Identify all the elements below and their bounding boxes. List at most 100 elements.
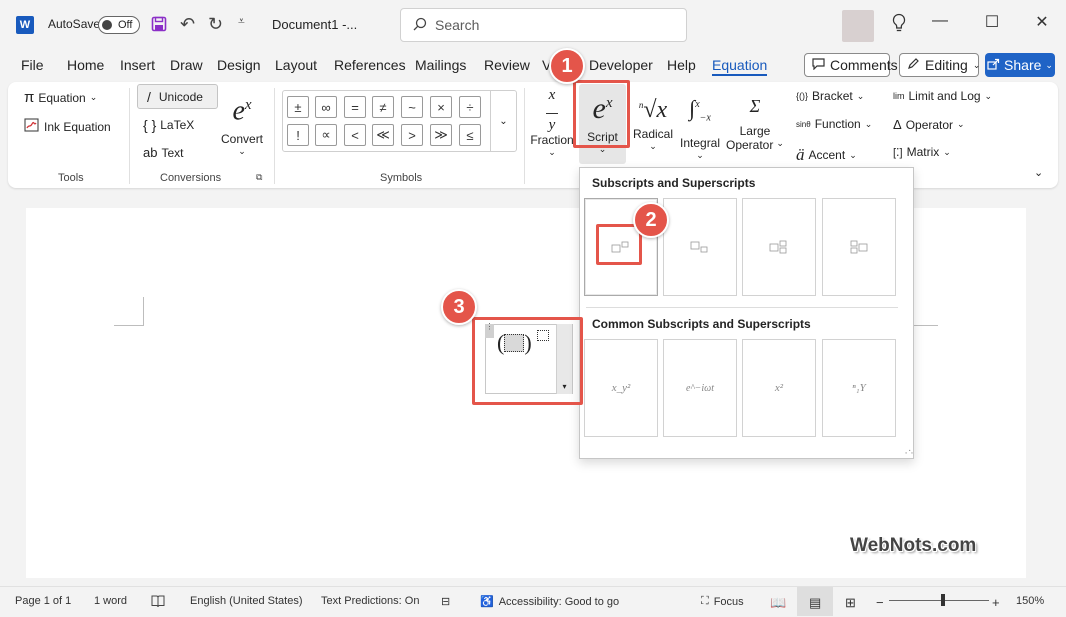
common-script-tile-4[interactable]: ⁿ₁Y: [822, 339, 896, 437]
latex-toggle[interactable]: { } LaTeX: [143, 117, 194, 133]
crop-mark: [114, 325, 144, 326]
zoom-slider[interactable]: [889, 600, 989, 601]
left-subscript-superscript-tile[interactable]: [822, 198, 896, 296]
tab-references[interactable]: References: [334, 57, 406, 73]
autosave-toggle[interactable]: Off: [98, 16, 140, 34]
page-count[interactable]: Page 1 of 1: [15, 595, 71, 607]
tab-draw[interactable]: Draw: [170, 57, 203, 73]
comments-button[interactable]: Comments: [804, 53, 898, 77]
function-button[interactable]: sinθ Function ⌄: [796, 117, 872, 131]
large-operator-label-2: Operator: [726, 138, 774, 152]
highlight-equation: [472, 317, 583, 405]
accessibility-status[interactable]: ♿ Accessibility: Good to go: [480, 595, 620, 609]
function-label: Function: [814, 117, 861, 131]
bracket-button[interactable]: {()} Bracket ⌄: [796, 89, 864, 103]
document-title[interactable]: Document1 -...: [272, 17, 357, 32]
maximize-icon[interactable]: ☐: [972, 12, 1012, 32]
tab-help[interactable]: Help: [667, 57, 696, 73]
avatar[interactable]: [842, 10, 874, 42]
symbol-greater-than[interactable]: >: [401, 124, 423, 146]
text-predictions-status[interactable]: Text Predictions: On: [321, 595, 419, 607]
operator-button[interactable]: Δ Operator ⌄: [893, 117, 965, 132]
symbol-plus-minus[interactable]: ±: [287, 96, 309, 118]
tab-insert[interactable]: Insert: [120, 57, 155, 73]
save-icon[interactable]: [150, 15, 168, 33]
symbol-factorial[interactable]: !: [287, 124, 309, 146]
chevron-down-icon: ⌄: [89, 92, 98, 102]
zoom-slider-thumb[interactable]: [941, 594, 945, 606]
text-toggle[interactable]: ab Text: [143, 145, 183, 160]
redo-icon[interactable]: ↻: [208, 14, 223, 35]
common-script-tile-2[interactable]: e^−iωt: [663, 339, 737, 437]
common-script-tile-1[interactable]: x_y²: [584, 339, 658, 437]
undo-icon[interactable]: ↶: [180, 14, 195, 35]
share-button[interactable]: Share ⌄: [985, 53, 1055, 77]
focus-button[interactable]: ⛶ Focus: [701, 595, 744, 608]
tab-layout[interactable]: Layout: [275, 57, 317, 73]
subscript-superscript-tile[interactable]: [742, 198, 816, 296]
zoom-in-icon[interactable]: +: [992, 595, 1000, 610]
search-box[interactable]: Search: [400, 8, 687, 42]
tab-review[interactable]: Review: [484, 57, 530, 73]
tab-home[interactable]: Home: [67, 57, 104, 73]
convert-button[interactable]: ex Convert ⌄: [221, 88, 263, 157]
tab-developer[interactable]: Developer: [589, 57, 653, 73]
symbol-tilde[interactable]: ~: [401, 96, 423, 118]
close-icon[interactable]: ✕: [1022, 12, 1062, 32]
symbol-less-than[interactable]: <: [344, 124, 366, 146]
language-status[interactable]: English (United States): [190, 595, 303, 607]
predictions-icon[interactable]: ⊟: [441, 595, 450, 608]
tab-equation[interactable]: Equation: [712, 57, 768, 76]
proofing-icon[interactable]: [151, 595, 165, 608]
editing-mode-button[interactable]: Editing ⌄: [899, 53, 981, 77]
symbol-proportional[interactable]: ∝: [315, 124, 337, 146]
unicode-toggle[interactable]: / Unicode: [137, 84, 218, 109]
accessibility-label: Accessibility: Good to go: [498, 595, 620, 608]
symbol-times[interactable]: ×: [430, 96, 452, 118]
common-script-tile-3[interactable]: x²: [742, 339, 816, 437]
fraction-button[interactable]: xy Fraction ⌄: [530, 88, 573, 158]
radical-button[interactable]: n√x Radical ⌄: [633, 88, 673, 152]
subscript-tile[interactable]: [663, 198, 737, 296]
zoom-out-icon[interactable]: −: [876, 595, 884, 610]
integral-button[interactable]: ∫x−x Integral ⌄: [680, 88, 720, 161]
symbol-much-greater[interactable]: ≫: [430, 124, 452, 146]
symbol-not-equal[interactable]: ≠: [372, 96, 394, 118]
accent-button[interactable]: ä Accent ⌄: [796, 145, 857, 165]
chevron-down-icon: ⌄: [972, 59, 981, 70]
lightbulb-icon[interactable]: [891, 13, 907, 33]
ribbon-collapse-icon[interactable]: ⌄: [1034, 166, 1043, 179]
ink-equation-button[interactable]: Ink Equation: [24, 117, 111, 136]
tab-file[interactable]: File: [21, 57, 44, 73]
resize-grip-icon[interactable]: ⠠⠢: [902, 447, 914, 456]
symbol-less-equal[interactable]: ≤: [459, 124, 481, 146]
symbol-divide[interactable]: ÷: [459, 96, 481, 118]
tab-design[interactable]: Design: [217, 57, 261, 73]
symbol-much-less[interactable]: ≪: [372, 124, 394, 146]
autosave-state: Off: [118, 19, 133, 31]
equation-button[interactable]: π Equation ⌄: [24, 89, 97, 106]
symbols-more-button[interactable]: ⌄: [490, 90, 516, 152]
focus-label: Focus: [713, 595, 744, 608]
symbol-equals[interactable]: =: [344, 96, 366, 118]
customize-qat-icon[interactable]: ⩡: [238, 14, 245, 29]
chevron-down-icon: ⌄: [957, 119, 965, 129]
chevron-down-icon: ⌄: [864, 118, 873, 129]
print-layout-icon[interactable]: ▤: [809, 595, 821, 611]
large-operator-button[interactable]: Σ Large Operator ⌄: [726, 88, 784, 152]
limit-and-log-button[interactable]: lim Limit and Log ⌄: [893, 89, 992, 103]
word-count[interactable]: 1 word: [94, 595, 127, 607]
conversions-dialog-launcher-icon[interactable]: ⧉: [256, 172, 262, 183]
subscript-structure-icon: [690, 241, 708, 253]
zoom-level[interactable]: 150%: [1016, 595, 1044, 607]
web-layout-icon[interactable]: ⊞: [845, 595, 856, 611]
read-mode-icon[interactable]: 📖: [770, 595, 786, 611]
chevron-down-icon: ⌄: [849, 149, 857, 160]
matrix-button[interactable]: [⁚] Matrix ⌄: [893, 145, 951, 159]
tab-mailings[interactable]: Mailings: [415, 57, 466, 73]
symbol-infinity[interactable]: ∞: [315, 96, 337, 118]
minimize-icon[interactable]: —: [920, 12, 960, 30]
chevron-down-icon: ⌄: [548, 147, 556, 157]
chevron-down-icon: ⌄: [856, 90, 865, 101]
conversions-group-label: Conversions: [160, 172, 222, 184]
